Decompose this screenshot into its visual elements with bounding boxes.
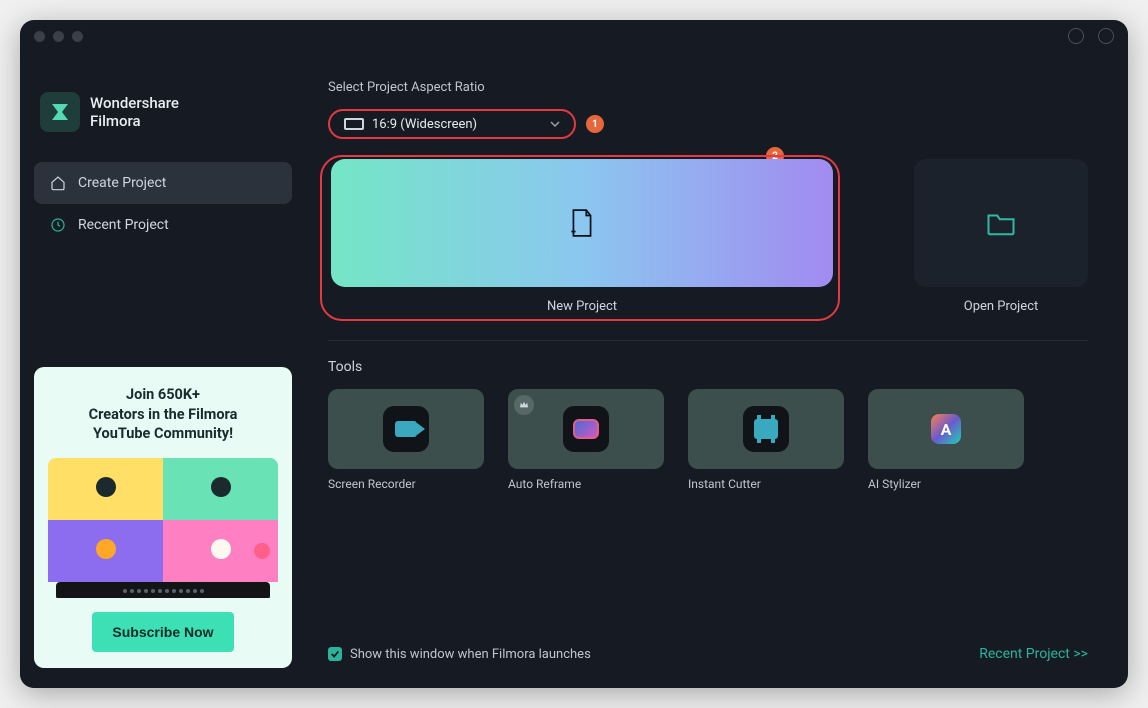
account-icon[interactable]	[1068, 28, 1084, 44]
sidebar: Wondershare Filmora Create Project Recen…	[20, 52, 306, 688]
sidebar-item-label: Recent Project	[78, 217, 169, 233]
ai-stylizer-icon: A	[931, 414, 961, 444]
tool-label: Screen Recorder	[328, 477, 484, 491]
title-right-icons	[1068, 28, 1114, 44]
promo-card: Join 650K+ Creators in the Filmora YouTu…	[34, 367, 292, 668]
zoom-window-dot[interactable]	[72, 31, 83, 42]
app-window: Wondershare Filmora Create Project Recen…	[20, 20, 1128, 688]
checkbox-icon	[328, 647, 342, 661]
open-project-card[interactable]	[914, 159, 1088, 287]
promo-title: Join 650K+ Creators in the Filmora YouTu…	[48, 385, 278, 444]
sidebar-item-recent-project[interactable]: Recent Project	[34, 204, 292, 246]
tool-screen-recorder[interactable]	[328, 389, 484, 469]
tool-label: Instant Cutter	[688, 477, 844, 491]
main-panel: Select Project Aspect Ratio 16:9 (Widesc…	[306, 52, 1128, 688]
new-file-icon	[568, 208, 596, 238]
aspect-ratio-value: 16:9 (Widescreen)	[372, 117, 477, 132]
brand-line2: Filmora	[90, 112, 179, 130]
widescreen-icon	[344, 118, 364, 130]
chevron-down-icon	[550, 119, 560, 129]
title-bar	[20, 20, 1128, 52]
tool-label: Auto Reframe	[508, 477, 664, 491]
instant-cutter-icon	[743, 406, 789, 452]
help-icon[interactable]	[1098, 28, 1114, 44]
brand-line1: Wondershare	[90, 94, 179, 112]
clock-icon	[50, 217, 66, 233]
new-project-label: New Project	[547, 299, 617, 314]
home-icon	[50, 175, 66, 191]
promo-illustration	[48, 458, 278, 598]
auto-reframe-icon	[563, 406, 609, 452]
aspect-ratio-dropdown[interactable]: 16:9 (Widescreen)	[328, 109, 576, 139]
tool-instant-cutter[interactable]	[688, 389, 844, 469]
footer-row: Show this window when Filmora launches R…	[328, 632, 1088, 668]
tool-label: AI Stylizer	[868, 477, 1024, 491]
divider	[328, 340, 1088, 341]
aspect-ratio-label: Select Project Aspect Ratio	[328, 80, 1088, 95]
checkbox-label: Show this window when Filmora launches	[350, 647, 591, 662]
window-controls	[34, 31, 83, 42]
sidebar-item-create-project[interactable]: Create Project	[34, 162, 292, 204]
new-project-card[interactable]	[331, 159, 833, 287]
minimize-window-dot[interactable]	[53, 31, 64, 42]
crown-icon	[514, 395, 534, 415]
open-project-label: Open Project	[964, 299, 1039, 314]
sidebar-item-label: Create Project	[78, 175, 166, 191]
folder-icon	[986, 210, 1016, 236]
filmora-logo-icon	[40, 92, 80, 132]
recent-project-link[interactable]: Recent Project >>	[979, 646, 1088, 662]
brand-logo: Wondershare Filmora	[40, 92, 292, 132]
tool-auto-reframe[interactable]	[508, 389, 664, 469]
brand-text: Wondershare Filmora	[90, 94, 179, 130]
screen-recorder-icon	[383, 406, 429, 452]
tools-label: Tools	[328, 359, 1088, 375]
show-on-launch-checkbox[interactable]: Show this window when Filmora launches	[328, 647, 591, 662]
annotation-badge-1: 1	[586, 115, 604, 133]
subscribe-button[interactable]: Subscribe Now	[92, 612, 233, 652]
tools-row: Screen Recorder Auto Reframe Inst	[328, 389, 1088, 491]
tool-ai-stylizer[interactable]: A	[868, 389, 1024, 469]
close-window-dot[interactable]	[34, 31, 45, 42]
